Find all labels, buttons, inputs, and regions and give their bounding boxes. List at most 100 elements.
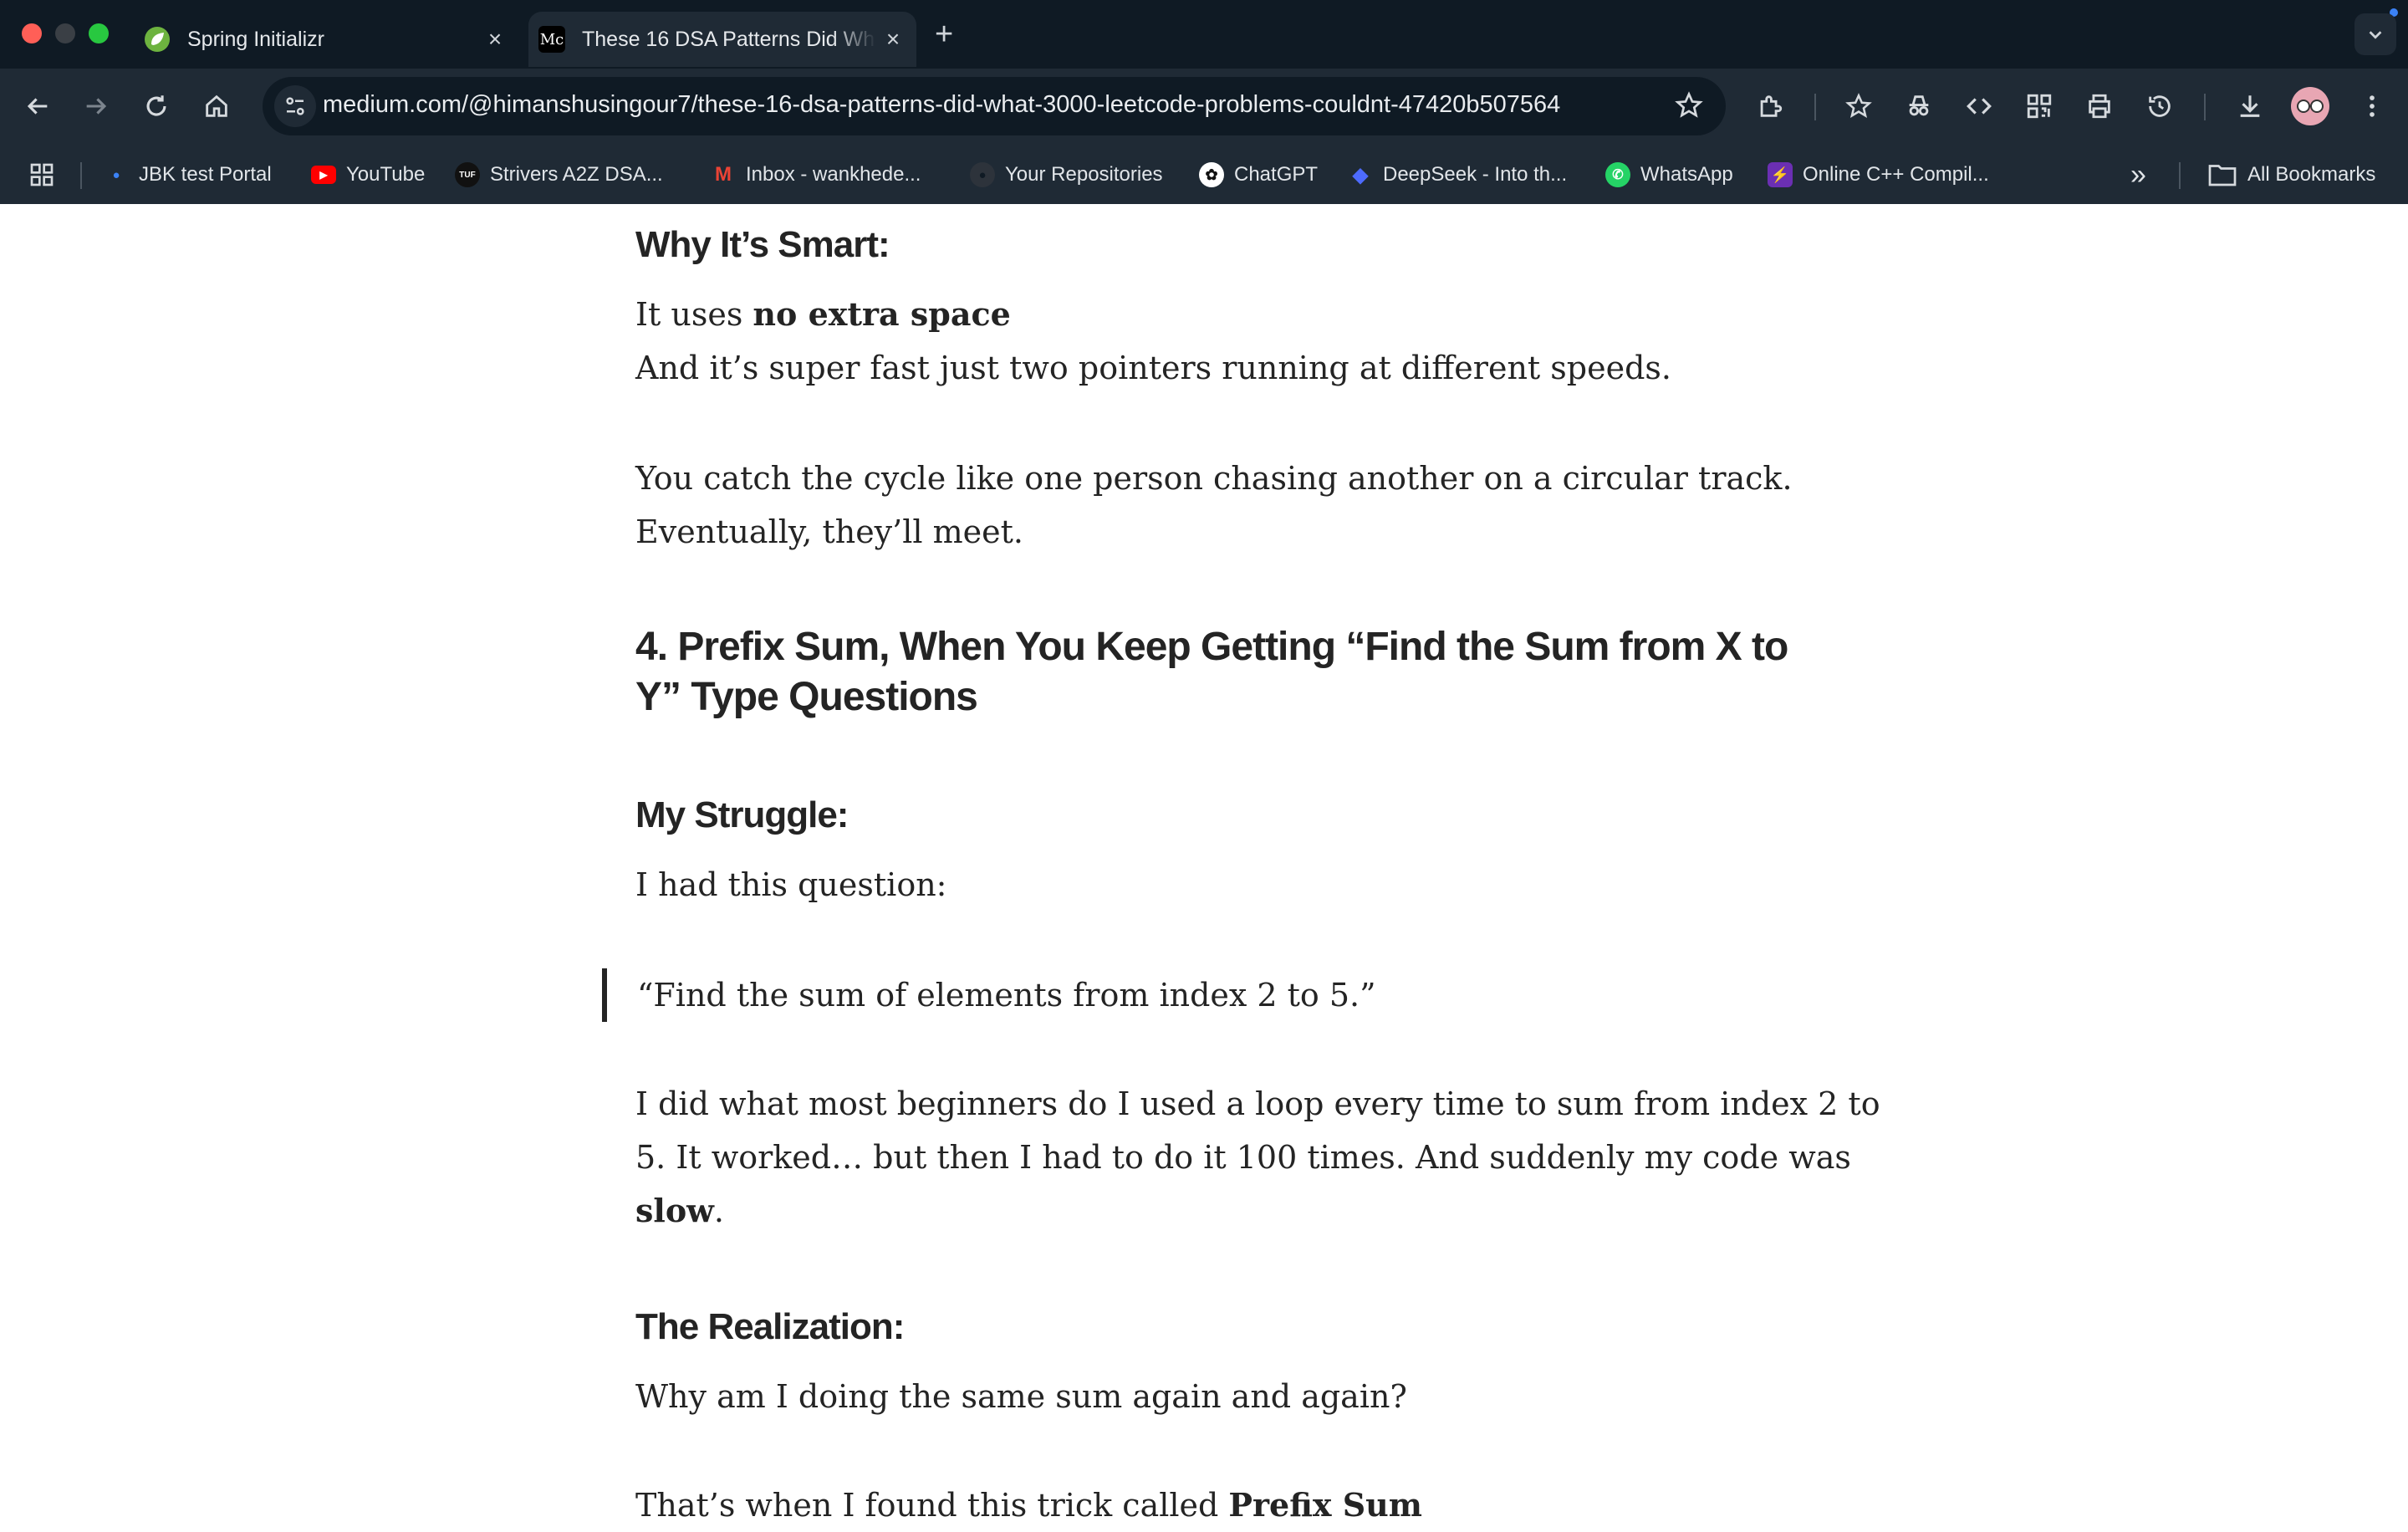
apps-grid-icon bbox=[30, 163, 54, 186]
heading-line: 4. Prefix Sum, When You Keep Getting “Fi… bbox=[635, 625, 1788, 669]
toolbar-divider bbox=[2204, 94, 2206, 120]
section-heading-prefix-sum: 4. Prefix Sum, When You Keep Getting “Fi… bbox=[635, 622, 1788, 723]
site-settings-icon[interactable] bbox=[274, 85, 316, 127]
qr-code-icon bbox=[2027, 94, 2052, 119]
bookmark-label: ChatGPT bbox=[1234, 163, 1319, 186]
tuf-icon: TUF bbox=[455, 162, 480, 187]
browser-menu-button[interactable] bbox=[2351, 85, 2393, 127]
bookmark-label: WhatsApp bbox=[1640, 163, 1733, 186]
bookmarks-bar: ● JBK test Portal ▶ YouTube TUF Strivers… bbox=[0, 146, 2408, 204]
folder-icon bbox=[2208, 165, 2237, 186]
tab-title: These 16 DSA Patterns Did What 3000 Leet… bbox=[582, 27, 876, 51]
text: I did what most beginners do I used a lo… bbox=[635, 1085, 1880, 1122]
toolbar: medium.com/@himanshusingour7/these-16-ds… bbox=[0, 69, 2408, 146]
tab-search-button[interactable] bbox=[2354, 13, 2396, 55]
minimize-window-button[interactable] bbox=[55, 23, 75, 43]
tab-spring-initializr[interactable]: Spring Initializr × bbox=[134, 12, 518, 67]
close-window-button[interactable] bbox=[22, 23, 42, 43]
bookmark-jbk[interactable]: ● JBK test Portal bbox=[104, 159, 272, 191]
bookmark-deepseek[interactable]: ◆ DeepSeek - Into th... bbox=[1348, 159, 1567, 191]
home-button[interactable] bbox=[196, 85, 237, 127]
bookmark-youtube[interactable]: ▶ YouTube bbox=[311, 159, 425, 191]
new-tab-button[interactable]: + bbox=[935, 17, 953, 53]
bookmark-label: Online C++ Compil... bbox=[1803, 163, 1989, 186]
incognito-extension-button[interactable] bbox=[1898, 85, 1940, 127]
bookmark-divider bbox=[2179, 162, 2181, 189]
reload-button[interactable] bbox=[135, 85, 177, 127]
back-button[interactable] bbox=[17, 85, 59, 127]
code-icon bbox=[1967, 98, 1992, 115]
spy-icon bbox=[1909, 95, 1929, 116]
download-icon bbox=[2240, 95, 2260, 117]
all-bookmarks-label: All Bookmarks bbox=[2247, 163, 2376, 186]
profile-avatar[interactable] bbox=[2291, 87, 2329, 125]
text: . bbox=[713, 1192, 724, 1229]
browser-chrome: Spring Initializr × Mc These 16 DSA Patt… bbox=[0, 0, 2408, 204]
bold-text: no extra space bbox=[752, 295, 1011, 333]
developer-tools-button[interactable] bbox=[1958, 85, 2000, 127]
chevron-down-icon bbox=[2369, 31, 2382, 39]
whatsapp-icon: ✆ bbox=[1605, 162, 1630, 187]
maximize-window-button[interactable] bbox=[89, 23, 109, 43]
text: Eventually, they’ll meet. bbox=[635, 513, 1023, 550]
bookmark-github[interactable]: ● Your Repositories bbox=[970, 159, 1163, 191]
bolt-icon: ⚡ bbox=[1768, 162, 1793, 187]
all-bookmarks-button[interactable]: All Bookmarks bbox=[2207, 159, 2375, 191]
text: You catch the cycle like one person chas… bbox=[635, 460, 1793, 497]
paragraph: Why am I doing the same sum again and ag… bbox=[635, 1378, 1407, 1415]
youtube-icon: ▶ bbox=[311, 166, 336, 184]
blockquote: “Find the sum of elements from index 2 t… bbox=[602, 968, 1376, 1022]
github-icon: ● bbox=[970, 162, 995, 187]
paragraph: I had this question: bbox=[635, 866, 947, 903]
chatgpt-icon: ✿ bbox=[1199, 162, 1224, 187]
bookmark-chatgpt[interactable]: ✿ ChatGPT bbox=[1199, 159, 1318, 191]
text: And it’s super fast just two pointers ru… bbox=[635, 350, 1671, 386]
bookmark-label: DeepSeek - Into th... bbox=[1383, 163, 1568, 186]
arrow-right-icon bbox=[86, 98, 107, 115]
bookmark-label: Strivers A2Z DSA... bbox=[490, 163, 663, 186]
print-button[interactable] bbox=[2079, 85, 2120, 127]
qr-code-button[interactable] bbox=[2018, 85, 2060, 127]
close-tab-icon[interactable]: × bbox=[876, 26, 910, 53]
home-icon bbox=[206, 94, 227, 117]
tab-title: Spring Initializr bbox=[187, 27, 324, 51]
jbk-icon: ● bbox=[112, 167, 120, 182]
tab-medium-article[interactable]: Mc These 16 DSA Patterns Did What 3000 L… bbox=[528, 12, 916, 67]
puzzle-icon bbox=[1760, 95, 1783, 117]
bookmark-label: Inbox - wankhede... bbox=[746, 163, 921, 186]
apps-button[interactable] bbox=[28, 159, 55, 191]
favorites-extension-button[interactable] bbox=[1838, 85, 1880, 127]
section-heading-why-smart: Why It’s Smart: bbox=[635, 224, 890, 265]
kebab-menu-icon bbox=[2370, 95, 2375, 117]
bookmark-whatsapp[interactable]: ✆ WhatsApp bbox=[1605, 159, 1733, 191]
arrow-left-icon bbox=[27, 98, 48, 115]
glasses-avatar-icon bbox=[2297, 100, 2324, 113]
section-heading-my-struggle: My Struggle: bbox=[635, 794, 849, 835]
section-heading-realization: The Realization: bbox=[635, 1306, 905, 1347]
heading-line: Y” Type Questions bbox=[635, 675, 978, 719]
close-tab-icon[interactable]: × bbox=[478, 26, 512, 53]
reload-icon bbox=[146, 95, 166, 116]
deepseek-icon: ◆ bbox=[1352, 163, 1369, 186]
extensions-button[interactable] bbox=[1749, 85, 1791, 127]
more-bookmarks-button[interactable]: » bbox=[2130, 159, 2146, 191]
bookmark-label: JBK test Portal bbox=[139, 163, 272, 186]
downloads-button[interactable] bbox=[2229, 85, 2271, 127]
text: It uses bbox=[635, 296, 753, 333]
bookmark-online-cpp[interactable]: ⚡ Online C++ Compil... bbox=[1768, 159, 1989, 191]
toolbar-divider bbox=[1814, 94, 1816, 120]
star-check-icon bbox=[1845, 93, 1872, 118]
text: That’s when I found this trick called bbox=[635, 1487, 1229, 1524]
forward-button[interactable] bbox=[75, 85, 117, 127]
bookmark-strivers[interactable]: TUF Strivers A2Z DSA... bbox=[455, 159, 663, 191]
tab-bar: Spring Initializr × Mc These 16 DSA Patt… bbox=[0, 0, 2408, 69]
bookmark-divider bbox=[80, 162, 82, 189]
bookmark-label: Your Repositories bbox=[1005, 163, 1163, 186]
history-button[interactable] bbox=[2139, 85, 2181, 127]
quote-text: “Find the sum of elements from index 2 t… bbox=[637, 977, 1376, 1014]
bookmark-gmail[interactable]: M Inbox - wankhede... bbox=[711, 159, 921, 191]
paragraph: It uses no extra space And it’s super fa… bbox=[635, 288, 1671, 395]
address-bar[interactable]: medium.com/@himanshusingour7/these-16-ds… bbox=[263, 77, 1726, 135]
bold-text: slow bbox=[635, 1192, 714, 1229]
bookmark-star-icon[interactable] bbox=[1674, 90, 1704, 125]
